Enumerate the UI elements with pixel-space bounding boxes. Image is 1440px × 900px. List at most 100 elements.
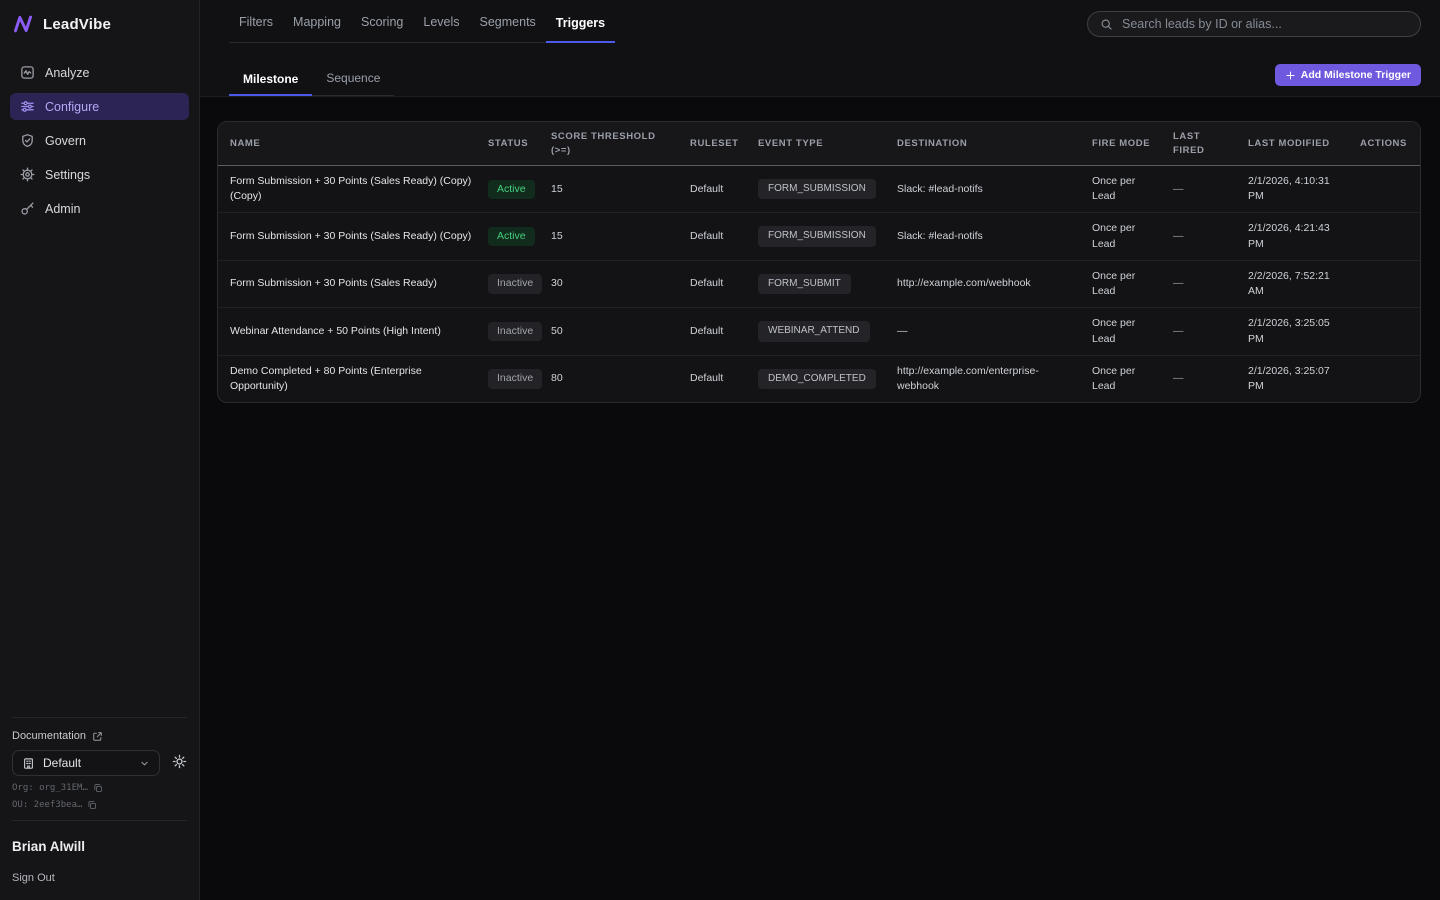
ou-id-text: OU: 2eef3bea… bbox=[12, 800, 82, 810]
primary-tab[interactable]: Levels bbox=[413, 0, 469, 42]
plus-icon bbox=[1285, 70, 1296, 81]
trigger-type-tabs: Milestone Sequence bbox=[229, 59, 394, 96]
table-row[interactable]: Demo Completed + 80 Points (Enterprise O… bbox=[218, 355, 1420, 402]
triggers-table: NAME STATUS SCORE THRESHOLD (>=) RULESET… bbox=[217, 121, 1421, 403]
cell-fire-mode: Once per Lead bbox=[1080, 166, 1161, 212]
cell-actions bbox=[1348, 324, 1420, 340]
cell-event-type: WEBINAR_ATTEND bbox=[746, 313, 885, 350]
cell-ruleset: Default bbox=[678, 221, 746, 252]
cell-status: Inactive bbox=[476, 361, 539, 396]
copy-org-icon[interactable] bbox=[93, 783, 103, 793]
cell-ruleset: Default bbox=[678, 268, 746, 299]
cell-status: Active bbox=[476, 172, 539, 207]
main-area: Filters Mapping Scoring Levels Segments … bbox=[200, 0, 1440, 900]
cell-fire-mode: Once per Lead bbox=[1080, 356, 1161, 402]
content-area: NAME STATUS SCORE THRESHOLD (>=) RULESET… bbox=[200, 97, 1440, 403]
admin-icon bbox=[20, 201, 35, 216]
event-type-chip: FORM_SUBMISSION bbox=[758, 226, 876, 247]
sidebar-nav-item[interactable]: Configure bbox=[10, 93, 189, 120]
brand-name: LeadVibe bbox=[43, 16, 111, 33]
table-row[interactable]: Webinar Attendance + 50 Points (High Int… bbox=[218, 307, 1420, 354]
cell-actions bbox=[1348, 229, 1420, 245]
cell-score-threshold: 80 bbox=[539, 363, 678, 394]
divider bbox=[12, 717, 187, 718]
column-header: SCORE THRESHOLD (>=) bbox=[539, 123, 678, 165]
workspace-selector-row: Default bbox=[12, 750, 187, 776]
cell-name: Demo Completed + 80 Points (Enterprise O… bbox=[218, 356, 476, 402]
table-row[interactable]: Form Submission + 30 Points (Sales Ready… bbox=[218, 212, 1420, 259]
cell-ruleset: Default bbox=[678, 363, 746, 394]
search-box bbox=[1087, 11, 1421, 37]
column-header: FIRE MODE bbox=[1080, 130, 1161, 158]
cell-destination: http://example.com/webhook bbox=[885, 268, 1080, 299]
sidebar-nav-item[interactable]: Analyze bbox=[10, 59, 189, 86]
external-link-icon bbox=[92, 731, 103, 742]
cell-score-threshold: 15 bbox=[539, 221, 678, 252]
theme-toggle-button[interactable] bbox=[172, 754, 187, 773]
copy-ou-icon[interactable] bbox=[87, 800, 97, 810]
primary-tabs: Filters Mapping Scoring Levels Segments … bbox=[229, 0, 615, 43]
column-header: LAST FIRED bbox=[1161, 123, 1236, 165]
documentation-link[interactable]: Documentation bbox=[12, 728, 187, 750]
sidebar-nav-item[interactable]: Settings bbox=[10, 161, 189, 188]
cell-status: Active bbox=[476, 219, 539, 254]
cell-last-fired: — bbox=[1161, 174, 1236, 205]
cell-fire-mode: Once per Lead bbox=[1080, 261, 1161, 307]
cell-event-type: DEMO_COMPLETED bbox=[746, 361, 885, 398]
ruleset-selector[interactable]: Default bbox=[12, 750, 160, 776]
cell-status: Inactive bbox=[476, 266, 539, 301]
documentation-label: Documentation bbox=[12, 730, 86, 742]
column-header: NAME bbox=[218, 130, 476, 158]
sign-out-button[interactable]: Sign Out bbox=[12, 854, 55, 886]
primary-tab[interactable]: Filters bbox=[229, 0, 283, 42]
status-badge: Inactive bbox=[488, 274, 542, 293]
cell-event-type: FORM_SUBMIT bbox=[746, 266, 885, 303]
trigger-type-tab[interactable]: Milestone bbox=[229, 59, 312, 96]
search-input[interactable] bbox=[1120, 16, 1408, 32]
status-badge: Active bbox=[488, 180, 535, 199]
cell-ruleset: Default bbox=[678, 174, 746, 205]
cell-destination: Slack: #lead-notifs bbox=[885, 221, 1080, 252]
org-id-text: Org: org_31EM… bbox=[12, 783, 88, 793]
sidebar-nav-label: Admin bbox=[45, 202, 80, 216]
cell-name: Form Submission + 30 Points (Sales Ready… bbox=[218, 268, 476, 299]
event-type-chip: FORM_SUBMIT bbox=[758, 274, 851, 295]
event-type-chip: FORM_SUBMISSION bbox=[758, 179, 876, 200]
sidebar-nav-item[interactable]: Govern bbox=[10, 127, 189, 154]
trigger-type-tab[interactable]: Sequence bbox=[312, 59, 394, 95]
add-milestone-trigger-button[interactable]: Add Milestone Trigger bbox=[1275, 64, 1421, 86]
configure-icon bbox=[20, 99, 35, 114]
event-type-chip: WEBINAR_ATTEND bbox=[758, 321, 870, 342]
cell-fire-mode: Once per Lead bbox=[1080, 213, 1161, 259]
cell-fire-mode: Once per Lead bbox=[1080, 308, 1161, 354]
primary-tab[interactable]: Segments bbox=[470, 0, 546, 42]
table-row[interactable]: Form Submission + 30 Points (Sales Ready… bbox=[218, 166, 1420, 212]
ruleset-selector-value: Default bbox=[43, 756, 81, 770]
cell-last-modified: 2/1/2026, 3:25:05 PM bbox=[1236, 308, 1348, 354]
search-icon bbox=[1100, 18, 1113, 31]
govern-icon bbox=[20, 133, 35, 148]
ou-id-line: OU: 2eef3bea… bbox=[12, 800, 187, 810]
cell-score-threshold: 15 bbox=[539, 174, 678, 205]
cell-last-fired: — bbox=[1161, 221, 1236, 252]
cell-status: Inactive bbox=[476, 314, 539, 349]
user-name: Brian Alwill bbox=[12, 831, 187, 854]
sidebar-nav-label: Settings bbox=[45, 168, 90, 182]
sidebar-nav-item[interactable]: Admin bbox=[10, 195, 189, 222]
cell-last-fired: — bbox=[1161, 316, 1236, 347]
cell-actions bbox=[1348, 371, 1420, 387]
status-badge: Inactive bbox=[488, 322, 542, 341]
primary-tab[interactable]: Scoring bbox=[351, 0, 413, 42]
sidebar-nav: Analyze Configure Govern Settings bbox=[0, 45, 199, 222]
primary-tab[interactable]: Mapping bbox=[283, 0, 351, 42]
cell-score-threshold: 30 bbox=[539, 268, 678, 299]
chevron-down-icon bbox=[139, 758, 150, 769]
table-row[interactable]: Form Submission + 30 Points (Sales Ready… bbox=[218, 260, 1420, 307]
sidebar-nav-label: Configure bbox=[45, 100, 99, 114]
cell-destination: http://example.com/enterprise-webhook bbox=[885, 356, 1080, 402]
primary-tab[interactable]: Triggers bbox=[546, 0, 615, 43]
org-id-line: Org: org_31EM… bbox=[12, 783, 187, 793]
analyze-icon bbox=[20, 65, 35, 80]
cell-destination: Slack: #lead-notifs bbox=[885, 174, 1080, 205]
cell-actions bbox=[1348, 181, 1420, 197]
